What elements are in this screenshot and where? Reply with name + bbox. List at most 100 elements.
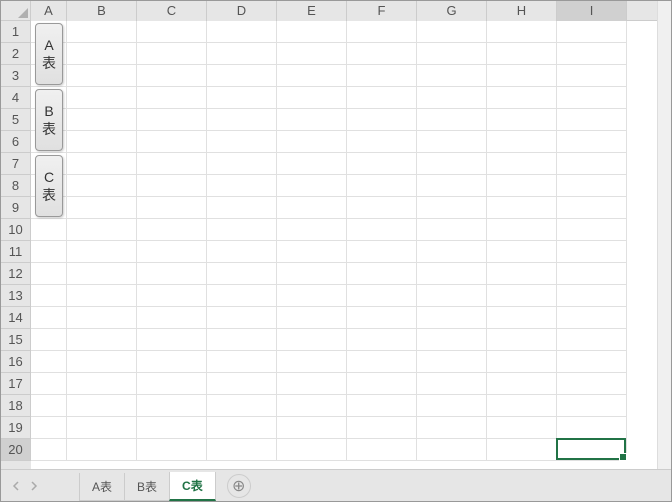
cell[interactable] (417, 87, 487, 109)
cell[interactable] (277, 153, 347, 175)
cell[interactable] (347, 395, 417, 417)
cell[interactable] (31, 263, 67, 285)
select-all-corner[interactable] (1, 1, 31, 21)
cell[interactable] (487, 285, 557, 307)
cell[interactable] (417, 219, 487, 241)
cell[interactable] (277, 109, 347, 131)
cell[interactable] (347, 285, 417, 307)
cell[interactable] (137, 439, 207, 461)
cell[interactable] (137, 395, 207, 417)
column-header-A[interactable]: A (31, 1, 67, 21)
cell[interactable] (487, 153, 557, 175)
cell[interactable] (487, 43, 557, 65)
cell[interactable] (487, 241, 557, 263)
cell[interactable] (487, 65, 557, 87)
cell[interactable] (207, 109, 277, 131)
row-header-14[interactable]: 14 (1, 307, 31, 329)
cell[interactable] (487, 131, 557, 153)
cell[interactable] (347, 439, 417, 461)
cell[interactable] (207, 395, 277, 417)
cell[interactable] (347, 373, 417, 395)
cell[interactable] (207, 65, 277, 87)
cell[interactable] (277, 241, 347, 263)
cell[interactable] (487, 307, 557, 329)
cell[interactable] (417, 395, 487, 417)
cell[interactable] (557, 109, 627, 131)
cell[interactable] (347, 307, 417, 329)
cell[interactable] (417, 263, 487, 285)
cell[interactable] (137, 109, 207, 131)
cell[interactable] (417, 21, 487, 43)
cell[interactable] (347, 197, 417, 219)
cell[interactable] (137, 131, 207, 153)
floating-sheet-button-2[interactable]: C 表 (35, 155, 63, 217)
cell[interactable] (277, 439, 347, 461)
cell[interactable] (487, 21, 557, 43)
cell[interactable] (557, 131, 627, 153)
cell[interactable] (31, 373, 67, 395)
cell[interactable] (347, 21, 417, 43)
cell[interactable] (347, 329, 417, 351)
cell[interactable] (137, 21, 207, 43)
cell[interactable] (67, 131, 137, 153)
row-header-8[interactable]: 8 (1, 175, 31, 197)
row-header-7[interactable]: 7 (1, 153, 31, 175)
floating-sheet-button-1[interactable]: B 表 (35, 89, 63, 151)
cell[interactable] (487, 329, 557, 351)
cell[interactable] (67, 351, 137, 373)
cell[interactable] (67, 153, 137, 175)
cell[interactable] (277, 351, 347, 373)
cell[interactable] (207, 21, 277, 43)
cell[interactable] (67, 417, 137, 439)
cell[interactable] (67, 395, 137, 417)
cell[interactable] (347, 109, 417, 131)
cell[interactable] (487, 175, 557, 197)
row-header-15[interactable]: 15 (1, 329, 31, 351)
column-header-B[interactable]: B (67, 1, 137, 21)
column-header-G[interactable]: G (417, 1, 487, 21)
cell[interactable] (487, 109, 557, 131)
cell[interactable] (557, 43, 627, 65)
column-header-F[interactable]: F (347, 1, 417, 21)
cell[interactable] (277, 329, 347, 351)
cell[interactable] (207, 241, 277, 263)
cell[interactable] (487, 219, 557, 241)
column-header-D[interactable]: D (207, 1, 277, 21)
cell[interactable] (137, 307, 207, 329)
cells-area[interactable] (31, 21, 657, 469)
row-header-2[interactable]: 2 (1, 43, 31, 65)
cell[interactable] (487, 351, 557, 373)
cell[interactable] (277, 285, 347, 307)
cell[interactable] (207, 285, 277, 307)
cell[interactable] (347, 87, 417, 109)
cell[interactable] (277, 43, 347, 65)
cell[interactable] (347, 131, 417, 153)
row-header-12[interactable]: 12 (1, 263, 31, 285)
cell[interactable] (137, 219, 207, 241)
cell[interactable] (207, 219, 277, 241)
cell[interactable] (67, 439, 137, 461)
cell[interactable] (557, 351, 627, 373)
cell[interactable] (487, 373, 557, 395)
row-header-10[interactable]: 10 (1, 219, 31, 241)
cell[interactable] (67, 329, 137, 351)
vertical-scrollbar[interactable] (657, 1, 671, 469)
cell[interactable] (277, 131, 347, 153)
cell[interactable] (347, 43, 417, 65)
cell[interactable] (557, 285, 627, 307)
cell[interactable] (137, 43, 207, 65)
cell[interactable] (557, 417, 627, 439)
cell[interactable] (207, 153, 277, 175)
column-header-H[interactable]: H (487, 1, 557, 21)
cell[interactable] (207, 439, 277, 461)
cell[interactable] (67, 109, 137, 131)
cell[interactable] (487, 197, 557, 219)
cell[interactable] (31, 241, 67, 263)
cell[interactable] (31, 417, 67, 439)
cell[interactable] (277, 307, 347, 329)
cell[interactable] (557, 153, 627, 175)
cell[interactable] (557, 21, 627, 43)
cell[interactable] (207, 417, 277, 439)
cell[interactable] (277, 395, 347, 417)
cell[interactable] (277, 175, 347, 197)
